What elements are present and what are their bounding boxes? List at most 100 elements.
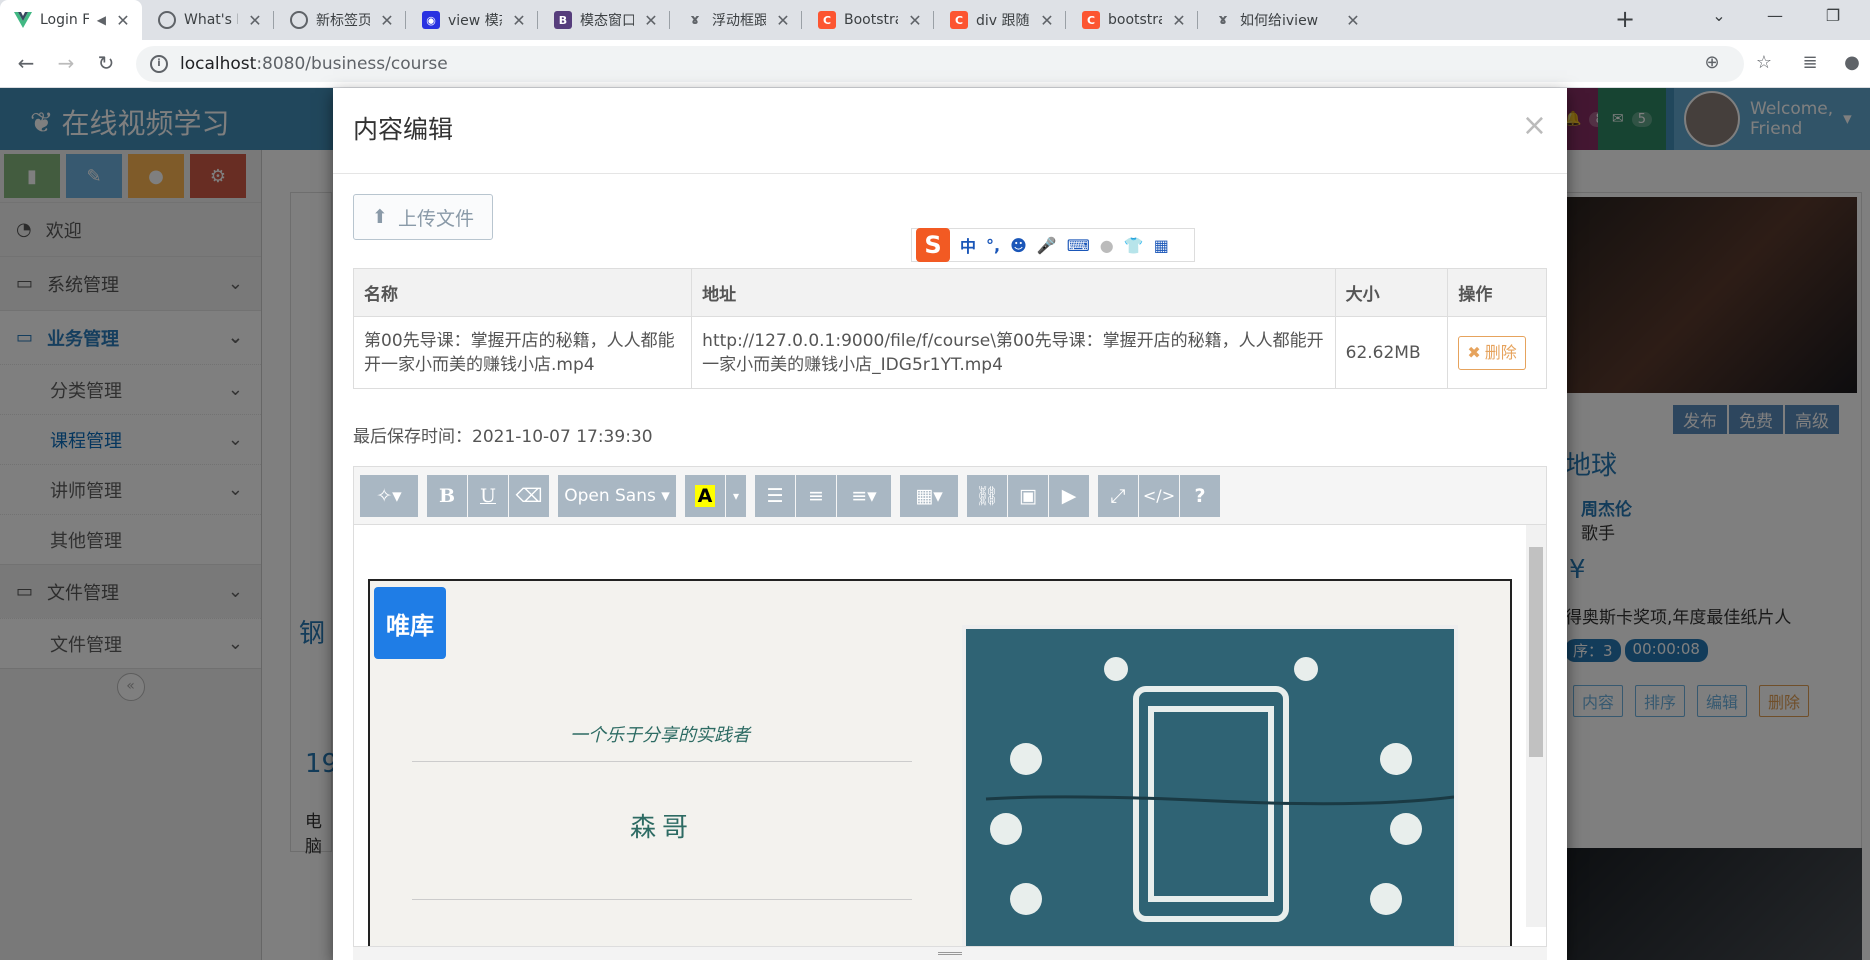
magic-style-icon[interactable]: ✧▾ (360, 474, 418, 517)
save-time-label: 最后保存时间： (353, 427, 472, 447)
browser-tab[interactable]: ɤ 如何给iview ✕ (1200, 0, 1592, 40)
link-icon[interactable]: ⛓ (967, 474, 1007, 517)
browser-tab[interactable]: ◉ view 模态框 ✕ (408, 0, 538, 40)
bootstrap-icon: B (554, 11, 572, 29)
ordered-list-icon[interactable]: ≡ (796, 474, 836, 517)
csdn-icon: C (818, 11, 836, 29)
coffee-photo (962, 625, 1458, 957)
profile-icon[interactable]: ● (1840, 52, 1864, 73)
url-path: :8080/business/course (256, 54, 448, 74)
ime-punct[interactable]: °, (986, 236, 1000, 255)
close-tab-icon[interactable]: ✕ (906, 11, 924, 30)
upload-label: 上传文件 (397, 207, 474, 230)
baidu-paw-icon: ◉ (422, 11, 440, 29)
author-name: 森哥 (630, 813, 695, 843)
browser-tab[interactable]: C div 跟随页面 ✕ (936, 0, 1066, 40)
emoji-icon[interactable]: ☻ (1010, 236, 1027, 255)
tab-title: 浮动框跟随 (712, 13, 766, 29)
reload-icon[interactable]: ↻ (94, 52, 118, 76)
forward-icon[interactable]: → (54, 52, 78, 76)
delete-label: 删除 (1484, 342, 1517, 362)
sogou-ime-logo-icon[interactable]: S (916, 228, 950, 262)
modal-header: 内容编辑 × (333, 88, 1567, 174)
tab-search-icon[interactable]: ⌄ (1704, 6, 1734, 25)
grid-menu-icon[interactable]: ▦ (1154, 236, 1169, 255)
user-icon[interactable]: ● (1100, 236, 1114, 255)
scroll-thumb[interactable] (1529, 547, 1543, 757)
close-tab-icon[interactable]: ✕ (642, 11, 660, 30)
video-icon[interactable]: ▶ (1049, 474, 1089, 517)
close-icon[interactable]: × (1522, 108, 1547, 143)
rich-text-editor: ✧▾ B U ⌫ Open Sans ▾ A ▾ ☰ ≡ ≡▾ ▦▾ ⛓ ▣ ▶… (353, 466, 1547, 960)
bookmark-star-icon[interactable]: ☆ (1752, 52, 1776, 73)
keyboard-icon[interactable]: ⌨ (1067, 236, 1090, 255)
audio-icon[interactable]: ◀ (97, 13, 106, 27)
table-icon[interactable]: ▦▾ (900, 474, 958, 517)
divider (412, 761, 912, 762)
microphone-icon[interactable]: 🎤 (1037, 236, 1057, 255)
code-view-icon[interactable]: </> (1139, 474, 1179, 517)
delete-file-button[interactable]: ✖ 删除 (1458, 335, 1526, 370)
url-text: localhost:8080/business/course (180, 54, 448, 74)
browser-tab[interactable]: C bootstrap ✕ (1068, 0, 1198, 40)
tab-title: 新标签页 (316, 13, 370, 29)
editor-canvas[interactable]: 唯库 一个乐于分享的实践者 森哥 (354, 525, 1546, 960)
browser-tab-strip: Login F ◀ ✕ What's Ne ✕ 新标签页 ✕ ◉ view 模态… (0, 0, 1870, 40)
close-tab-icon[interactable]: ✕ (378, 11, 396, 30)
font-family-select[interactable]: Open Sans ▾ (558, 474, 676, 517)
browser-tab[interactable]: C Bootstrap ✕ (804, 0, 934, 40)
column-header: 操作 (1447, 268, 1547, 317)
site-info-icon[interactable]: i (150, 55, 168, 73)
browser-tab[interactable]: B 模态窗口与 ✕ (540, 0, 670, 40)
eraser-icon[interactable]: ⌫ (509, 474, 549, 517)
reading-list-icon[interactable]: ≣ (1798, 52, 1822, 73)
url-input[interactable]: i localhost:8080/business/course ⊕ (136, 46, 1744, 82)
ime-mode[interactable]: 中 (960, 233, 976, 257)
skin-shirt-icon[interactable]: 👕 (1124, 236, 1144, 255)
unordered-list-icon[interactable]: ☰ (755, 474, 795, 517)
segmentfault-icon: ɤ (690, 12, 700, 28)
file-url: http://127.0.0.1:9000/file/f/course\第00先… (691, 316, 1336, 389)
csdn-icon: C (1082, 11, 1100, 29)
tab-title: What's Ne (184, 12, 238, 28)
close-tab-icon[interactable]: ✕ (1038, 11, 1056, 30)
content-edit-modal: 内容编辑 × ⬆ 上传文件 S 中 °, ☻ 🎤 ⌨ ● 👕 ▦ 名称 地址 大… (333, 88, 1567, 960)
tab-title: 如何给iview (1240, 13, 1319, 29)
column-header: 名称 (352, 268, 693, 317)
file-name: 第00先导课：掌握开店的秘籍，人人都能开一家小而美的赚钱小店.mp4 (352, 316, 693, 389)
back-icon[interactable]: ← (14, 52, 38, 76)
align-icon[interactable]: ≡▾ (837, 474, 891, 517)
upload-file-button[interactable]: ⬆ 上传文件 (353, 194, 493, 240)
close-tab-icon[interactable]: ✕ (1170, 11, 1188, 30)
slogan-text: 一个乐于分享的实践者 (570, 725, 750, 746)
bold-button[interactable]: B (427, 474, 467, 517)
browser-tab-active[interactable]: Login F ◀ ✕ (0, 0, 142, 40)
minimize-icon[interactable]: — (1760, 6, 1790, 25)
csdn-icon: C (950, 11, 968, 29)
tab-title: view 模态框 (448, 13, 502, 29)
editor-resize-handle[interactable] (353, 946, 1547, 960)
fullscreen-icon[interactable]: ⤢ (1098, 474, 1138, 517)
close-tab-icon[interactable]: ✕ (114, 11, 132, 30)
browser-tab[interactable]: ɤ 浮动框跟随 ✕ (672, 0, 802, 40)
vue-logo-icon (14, 11, 32, 29)
file-size: 62.62MB (1334, 316, 1449, 389)
color-dropdown-icon[interactable]: ▾ (726, 474, 746, 517)
new-tab-button[interactable]: + (1612, 7, 1638, 33)
save-time-value: 2021-10-07 17:39:30 (472, 427, 653, 447)
close-tab-icon[interactable]: ✕ (1344, 11, 1362, 30)
editor-scrollbar[interactable] (1526, 525, 1546, 927)
zoom-icon[interactable]: ⊕ (1700, 52, 1724, 73)
close-tab-icon[interactable]: ✕ (774, 11, 792, 30)
help-icon[interactable]: ? (1180, 474, 1220, 517)
close-tab-icon[interactable]: ✕ (246, 11, 264, 30)
text-color-button[interactable]: A (685, 474, 725, 517)
underline-button[interactable]: U (468, 474, 508, 517)
tab-title: bootstrap (1108, 12, 1162, 28)
url-host: localhost (180, 54, 257, 74)
close-tab-icon[interactable]: ✕ (510, 11, 528, 30)
maximize-icon[interactable]: ❐ (1818, 6, 1848, 25)
browser-tab[interactable]: What's Ne ✕ (144, 0, 274, 40)
browser-tab[interactable]: 新标签页 ✕ (276, 0, 406, 40)
picture-icon[interactable]: ▣ (1008, 474, 1048, 517)
